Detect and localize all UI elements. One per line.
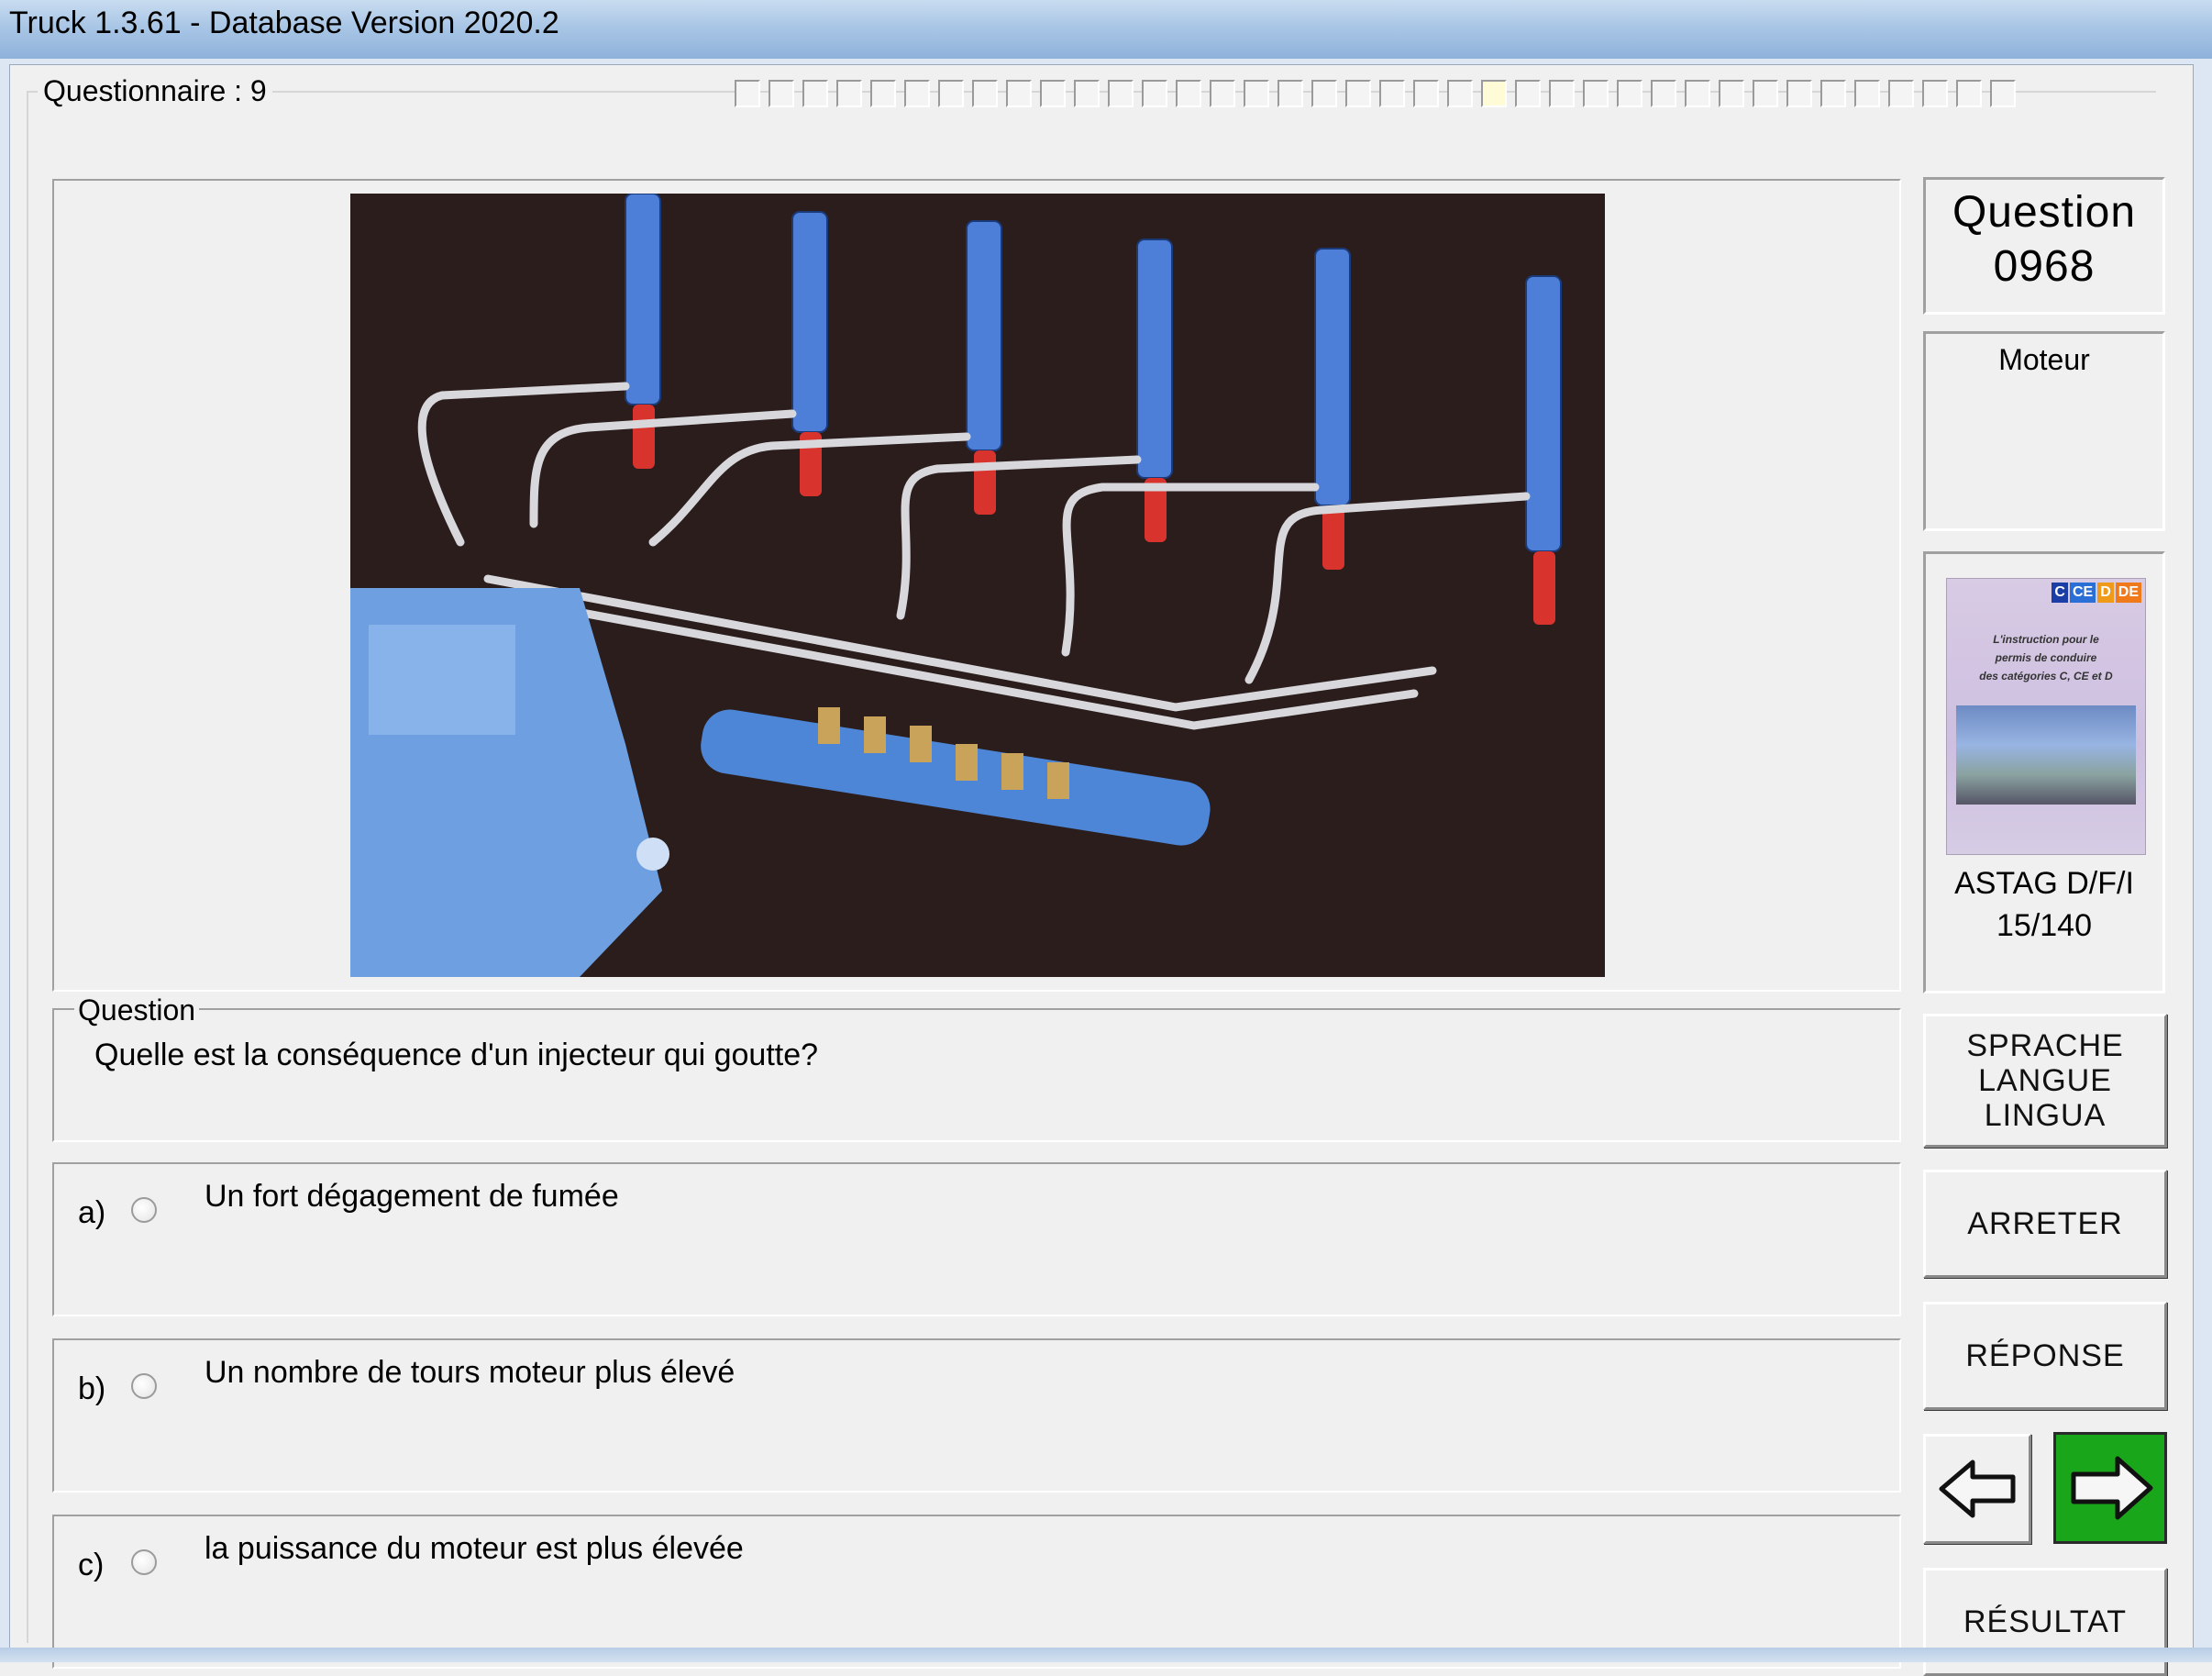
progress-cell bbox=[1142, 80, 1167, 107]
license-badge: D bbox=[2097, 583, 2114, 603]
book-page-reference: 15/140 bbox=[1996, 908, 2092, 943]
category-box: Moteur bbox=[1923, 331, 2165, 531]
answer-letter: b) bbox=[78, 1371, 106, 1406]
answer-text: Un fort dégagement de fumée bbox=[205, 1179, 619, 1214]
progress-cell bbox=[735, 80, 760, 107]
progress-cell bbox=[1685, 80, 1710, 107]
progress-cell bbox=[1277, 80, 1303, 107]
client-area: Questionnaire : 9 Question Quelle est la… bbox=[9, 64, 2194, 1676]
window-title: Truck 1.3.61 - Database Version 2020.2 bbox=[9, 6, 559, 40]
answer-option-b[interactable]: b) Un nombre de tours moteur plus élevé bbox=[52, 1338, 1901, 1493]
progress-cell bbox=[1413, 80, 1439, 107]
progress-cell bbox=[870, 80, 896, 107]
answer-letter: c) bbox=[78, 1548, 105, 1582]
progress-cell bbox=[1651, 80, 1676, 107]
progress-cell bbox=[1345, 80, 1371, 107]
license-category-badges: C CE D DE bbox=[2052, 583, 2141, 603]
previous-question-button[interactable] bbox=[1923, 1434, 2031, 1544]
progress-cell bbox=[1006, 80, 1032, 107]
answer-radio[interactable] bbox=[131, 1373, 157, 1399]
progress-cell bbox=[938, 80, 964, 107]
progress-cell bbox=[1854, 80, 1880, 107]
app-window: Questionnaire : 9 Question Quelle est la… bbox=[0, 59, 2212, 1676]
license-badge: CE bbox=[2069, 583, 2096, 603]
progress-cell bbox=[972, 80, 998, 107]
answer-option-c[interactable]: c) la puissance du moteur est plus élevé… bbox=[52, 1515, 1901, 1669]
license-badge: DE bbox=[2115, 583, 2141, 603]
progress-cell bbox=[1753, 80, 1778, 107]
progress-cell bbox=[1583, 80, 1609, 107]
progress-cell bbox=[1786, 80, 1812, 107]
book-cover-text: L'instruction pour le permis de conduire… bbox=[1979, 633, 2113, 683]
progress-cell bbox=[1040, 80, 1066, 107]
answer-option-a[interactable]: a) Un fort dégagement de fumée bbox=[52, 1162, 1901, 1316]
question-number-box: Question 0968 bbox=[1923, 177, 2165, 315]
answer-text: la puissance du moteur est plus élevée bbox=[205, 1531, 744, 1566]
answer-radio[interactable] bbox=[131, 1549, 157, 1575]
questionnaire-label: Questionnaire : 9 bbox=[38, 74, 272, 108]
progress-cell bbox=[1176, 80, 1201, 107]
progress-cell bbox=[769, 80, 794, 107]
book-title: ASTAG D/F/I bbox=[1954, 866, 2134, 901]
progress-cell bbox=[1617, 80, 1642, 107]
progress-cell bbox=[1956, 80, 1982, 107]
progress-cell bbox=[1447, 80, 1473, 107]
progress-cell bbox=[1820, 80, 1846, 107]
reference-book-box: C CE D DE L'instruction pour le permis de c… bbox=[1923, 551, 2165, 993]
progress-cell bbox=[1379, 80, 1405, 107]
progress-cell bbox=[802, 80, 828, 107]
progress-cell bbox=[1888, 80, 1914, 107]
arrow-right-icon bbox=[2071, 1456, 2153, 1520]
title-bar: Truck 1.3.61 - Database Version 2020.2 bbox=[0, 0, 2212, 60]
stop-button[interactable]: ARRETER bbox=[1923, 1170, 2167, 1278]
progress-cell bbox=[1719, 80, 1744, 107]
arrow-left-icon bbox=[1939, 1460, 2016, 1518]
progress-cell bbox=[1481, 80, 1507, 107]
progress-cell bbox=[1074, 80, 1100, 107]
show-answer-button[interactable]: RÉPONSE bbox=[1923, 1302, 2167, 1410]
progress-cell bbox=[1990, 80, 2016, 107]
question-number: 0968 bbox=[1993, 242, 2096, 291]
book-cover-image: C CE D DE L'instruction pour le permis de c… bbox=[1946, 578, 2146, 855]
progress-cell bbox=[1549, 80, 1575, 107]
question-panel bbox=[52, 1008, 1901, 1142]
progress-cell bbox=[1108, 80, 1134, 107]
progress-cell bbox=[1311, 80, 1337, 107]
progress-cell bbox=[1210, 80, 1235, 107]
question-text: Quelle est la conséquence d'un injecteur… bbox=[94, 1038, 819, 1072]
question-image bbox=[350, 194, 1605, 977]
question-progress-bar bbox=[735, 80, 2156, 109]
answer-radio[interactable] bbox=[131, 1197, 157, 1223]
progress-cell bbox=[904, 80, 930, 107]
image-panel bbox=[52, 179, 1901, 992]
progress-cell bbox=[836, 80, 862, 107]
next-question-button[interactable] bbox=[2053, 1432, 2167, 1544]
question-group-label: Question bbox=[74, 993, 200, 1027]
question-number-label: Question bbox=[1952, 188, 2137, 237]
progress-cell bbox=[1922, 80, 1948, 107]
window-bottom-border bbox=[0, 1648, 2212, 1662]
category-label: Moteur bbox=[1998, 343, 2090, 376]
progress-cell bbox=[1515, 80, 1541, 107]
injection-system-illustration bbox=[350, 194, 1605, 977]
book-cover-photo bbox=[1956, 705, 2136, 805]
license-badge: C bbox=[2052, 583, 2068, 603]
language-button[interactable]: SPRACHE LANGUE LINGUA bbox=[1923, 1014, 2167, 1148]
answer-letter: a) bbox=[78, 1195, 106, 1230]
progress-cell bbox=[1244, 80, 1269, 107]
answer-text: Un nombre de tours moteur plus élevé bbox=[205, 1355, 735, 1390]
